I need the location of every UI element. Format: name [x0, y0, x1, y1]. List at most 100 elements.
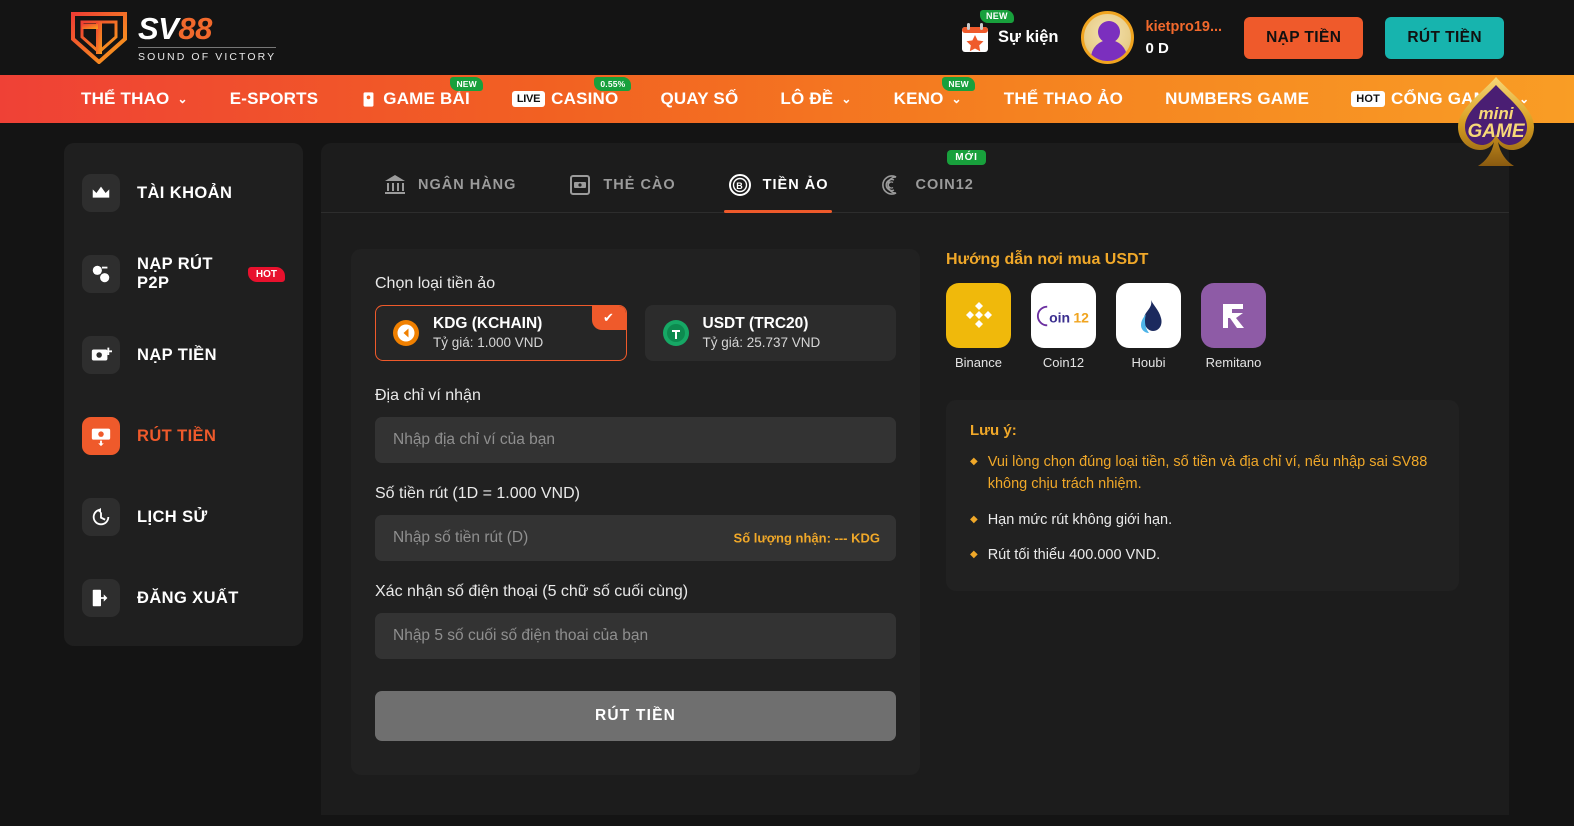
svg-text:B: B — [736, 181, 744, 191]
note-text: Rút tối thiểu 400.000 VND. — [987, 547, 1161, 564]
binance-logo — [946, 283, 1011, 348]
tab-label: THẺ CÀO — [603, 176, 676, 193]
bullet-diamond-icon: ◆ — [970, 456, 978, 467]
tab-coin12[interactable]: COIN12 MỚI — [854, 143, 999, 212]
withdraw-form: Chọn loại tiền ảo KDG (KCHAIN) Tỷ giá: 1.… — [351, 249, 920, 775]
amount-input[interactable] — [375, 515, 896, 561]
site-logo[interactable]: SV88 SOUND OF VICTORY — [70, 10, 277, 64]
sidebar-item-label: NẠP TIỀN — [137, 345, 217, 364]
sidebar-item-đăng-xuất[interactable]: ĐĂNG XUẤT — [64, 570, 303, 626]
exchange-name: Binance — [955, 355, 1002, 370]
sidebar-item-lịch-sử[interactable]: LỊCH SỬ — [64, 489, 303, 545]
phone-input[interactable] — [375, 613, 896, 659]
wallet-label: Địa chỉ ví nhận — [375, 387, 481, 404]
exchange-name: Remitano — [1205, 355, 1262, 370]
nav-item-quay-số[interactable]: QUAY SỐ — [639, 89, 759, 109]
sidebar-item-rút-tiền[interactable]: RÚT TIỀN — [64, 408, 303, 464]
sidebar-item-label: LỊCH SỬ — [137, 507, 208, 526]
wallet-input[interactable] — [375, 417, 896, 463]
sidebar-item-tài-khoản[interactable]: TÀI KHOẢN — [64, 165, 303, 221]
nav-item-e-sports[interactable]: E-SPORTS — [209, 89, 340, 109]
tab-thẻ-cào[interactable]: THẺ CÀO — [542, 143, 701, 212]
amount-label: Số tiền rút (1D = 1.000 VND) — [375, 485, 580, 502]
coin-option-usdt[interactable]: USDT (TRC20) Tỷ giá: 25.737 VND — [644, 305, 896, 361]
logo-divider — [138, 46, 277, 48]
nav-badge: NEW — [942, 77, 975, 91]
deposit-button[interactable]: NẠP TIỀN — [1244, 16, 1364, 59]
withdraw-button[interactable]: RÚT TIỀN — [1385, 16, 1504, 59]
coin-option-kdg[interactable]: KDG (KCHAIN) Tỷ giá: 1.000 VND ✔ — [375, 305, 627, 361]
minigame-badge[interactable]: mini GAME — [1450, 71, 1542, 171]
balance-label: 0 D — [1145, 39, 1169, 57]
svg-text:oin: oin — [1049, 309, 1070, 325]
nav-item-game-bài[interactable]: GAME BÀI NEW — [339, 77, 491, 109]
nav-item-casino[interactable]: LIVE CASINO 0.55% — [491, 77, 640, 109]
scratch-card-icon — [568, 173, 592, 197]
nav-item-label: QUAY SỐ — [660, 89, 739, 108]
nav-item-label: LÔ ĐỀ — [780, 89, 834, 108]
note-item: ◆ Rút tối thiểu 400.000 VND. — [970, 545, 1435, 567]
app-root: SV88 SOUND OF VICTORY NEW Sự kiện kietpr… — [0, 0, 1574, 826]
note-item: ◆ Hạn mức rút không giới hạn. — [970, 510, 1435, 532]
chevron-down-icon: ⌄ — [951, 92, 962, 106]
coin-text: KDG (KCHAIN) Tỷ giá: 1.000 VND — [433, 314, 543, 352]
chevron-down-icon: ⌄ — [177, 92, 188, 106]
tab-tiền-ảo[interactable]: B TIỀN ẢO — [702, 143, 855, 213]
events-button[interactable]: NEW Sự kiện — [960, 9, 1059, 54]
remitano-logo — [1201, 283, 1266, 348]
notes-box: Lưu ý: ◆ Vui lòng chọn đúng loại tiền, số… — [946, 400, 1459, 591]
events-label: Sự kiện — [997, 28, 1059, 46]
sidebar-item-label: TÀI KHOẢN — [137, 183, 233, 202]
nav-item-label: THỂ THAO ẢO — [1003, 89, 1124, 108]
usdt-guide-pane: Hướng dẫn nơi mua USDT Binance oin 12 Coin… — [946, 249, 1459, 775]
sidebar-hot-badge: HOT — [247, 266, 285, 282]
kdg-coin-icon — [392, 319, 420, 347]
user-block[interactable]: kietpro19... 0 D — [1080, 11, 1222, 64]
sidebar-item-label: RÚT TIỀN — [137, 426, 217, 445]
bitcoin-icon: B — [728, 173, 752, 197]
tab-new-badge: MỚI — [947, 150, 986, 165]
header-right-group: NEW Sự kiện kietpro19... 0 D NẠP TIỀN RÚ… — [960, 9, 1504, 64]
wallet-field-group: Địa chỉ ví nhận — [375, 387, 896, 463]
minigame-line2-text: GAME — [1468, 121, 1526, 142]
sidebar-item-label: ĐĂNG XUẤT — [137, 588, 239, 607]
coin-name: KDG (KCHAIN) — [433, 315, 543, 333]
avatar[interactable] — [1080, 11, 1134, 64]
content-panel: NGÂN HÀNG THẺ CÀO B TIỀN ẢO COIN12 MỚI Chọn l… — [321, 143, 1509, 815]
bullet-diamond-icon: ◆ — [970, 513, 978, 525]
phone-label: Xác nhận số điện thoại (5 chữ số cuối cù… — [375, 583, 689, 600]
p2p-exchange-icon — [82, 255, 120, 293]
tab-label: TIỀN ẢO — [762, 176, 829, 193]
nav-item-keno[interactable]: KENO ⌄ NEW — [873, 77, 983, 109]
card-icon — [360, 91, 377, 108]
site-header: SV88 SOUND OF VICTORY NEW Sự kiện kietpr… — [0, 0, 1574, 75]
sidebar-item-nạp-rút-p2p[interactable]: NẠP RÚT P2P HOT — [64, 246, 303, 302]
exchange-coin12[interactable]: oin 12 Coin12 — [1031, 283, 1096, 370]
nav-item-numbers-game[interactable]: NUMBERS GAME — [1144, 89, 1330, 109]
nav-item-label: KENO — [893, 89, 944, 108]
sidebar-item-nạp-tiền[interactable]: NẠP TIỀN — [64, 327, 303, 383]
amount-field-group: Số tiền rút (1D = 1.000 VND) Số lượng nh… — [375, 485, 896, 561]
exchange-binance[interactable]: Binance — [946, 283, 1011, 370]
nav-item-label: GAME BÀI — [383, 89, 470, 108]
submit-withdraw-button[interactable]: RÚT TIỀN — [375, 691, 896, 741]
withdraw-method-tabs: NGÂN HÀNG THẺ CÀO B TIỀN ẢO COIN12 MỚI — [321, 143, 1509, 213]
sv88-shield-icon — [71, 11, 127, 64]
account-sidebar: TÀI KHOẢN NẠP RÚT P2P HOT NẠP TIỀN RÚT TIỀN L… — [64, 143, 303, 646]
phone-field-group: Xác nhận số điện thoại (5 chữ số cuối cù… — [375, 583, 896, 659]
nav-item-label: CASINO — [551, 89, 619, 108]
coin-rate: Tỷ giá: 25.737 VND — [702, 334, 821, 350]
exchange-remitano[interactable]: Remitano — [1201, 283, 1266, 370]
nav-item-label: THỂ THAO — [81, 89, 170, 108]
exchange-list: Binance oin 12 Coin12 Houbi Remitano — [946, 283, 1459, 370]
houbi-logo — [1116, 283, 1181, 348]
money-withdraw-icon — [82, 417, 120, 455]
nav-item-lô-đề[interactable]: LÔ ĐỀ ⌄ — [759, 89, 872, 109]
exchange-houbi[interactable]: Houbi — [1116, 283, 1181, 370]
withdraw-panes: Chọn loại tiền ảo KDG (KCHAIN) Tỷ giá: 1.… — [321, 213, 1509, 815]
nav-item-thể-thao[interactable]: THỂ THAO ⌄ — [60, 89, 209, 109]
nav-item-thể-thao-ảo[interactable]: THỂ THAO ẢO — [983, 89, 1144, 109]
tab-ngân-hàng[interactable]: NGÂN HÀNG — [357, 143, 542, 212]
nav-tag-hot: HOT — [1351, 91, 1386, 107]
logo-text-sv: SV — [138, 10, 179, 46]
